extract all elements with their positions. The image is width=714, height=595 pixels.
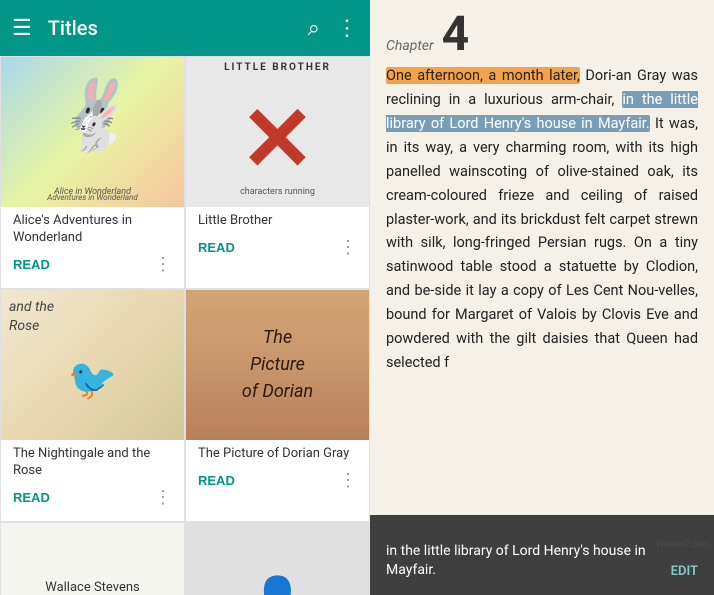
book-cover-dorian: ThePictureof Dorian (186, 290, 369, 440)
cover-dorian-text: ThePictureof Dorian (226, 308, 329, 421)
more-button-nightingale[interactable]: ⋮ (154, 487, 172, 508)
book-cover-brother: LITTLE BROTHER ✕ characters running (186, 57, 369, 207)
tooltip-popup: in the little library of Lord Henry's ho… (370, 515, 714, 595)
book-card-dorian: ThePictureof Dorian The Picture of Doria… (185, 289, 370, 522)
tooltip-text: in the little library of Lord Henry's ho… (386, 542, 655, 581)
book-title-brother: Little Brother (186, 207, 369, 232)
highlight-orange: One afternoon, a month later, (386, 67, 580, 84)
chapter-label: Chapter (386, 38, 434, 54)
more-button-brother[interactable]: ⋮ (339, 237, 357, 258)
text-segment-2: It was, in its way, a very charming room… (386, 115, 698, 371)
book-cover-stevens: Wallace Stevens· poems · (1, 523, 184, 595)
cover-brother-x: ✕ (240, 95, 315, 185)
book-cover-unknown: 👤 (186, 523, 369, 595)
book-title-dorian: The Picture of Dorian Gray (186, 440, 369, 465)
book-cover-nightingale: and theRose 🐦 (1, 290, 184, 440)
chapter-header: Chapter 4 (370, 0, 714, 64)
book-title-alice: Alice's Adventures in Wonderland (1, 207, 184, 249)
book-card-nightingale: and theRose 🐦 The Nightingale and the Ro… (0, 289, 185, 522)
cover-nightingale-text: and theRose (9, 298, 54, 337)
cover-brother-title-text: LITTLE BROTHER (186, 62, 369, 73)
book-actions-brother: READ ⋮ (186, 232, 369, 263)
search-icon[interactable]: ⌕ (308, 16, 320, 41)
more-button-alice[interactable]: ⋮ (154, 254, 172, 275)
tooltip-edit-button[interactable]: EDIT (671, 563, 698, 581)
read-button-dorian[interactable]: READ (198, 469, 235, 492)
book-card-unknown: 👤 ⋮ (185, 522, 370, 595)
more-icon[interactable]: ⋮ (336, 16, 358, 41)
book-title-nightingale: The Nightingale and the Rose (1, 440, 184, 482)
book-grid: 🐇 Adventures in Wonderland Alice's Adven… (0, 56, 370, 595)
toolbar: ☰ Titles ⌕ ⋮ (0, 0, 370, 56)
book-cover-alice: 🐇 Adventures in Wonderland (1, 57, 184, 207)
book-actions-nightingale: READ ⋮ (1, 482, 184, 513)
book-card-brother: LITTLE BROTHER ✕ characters running Litt… (185, 56, 370, 289)
book-actions-dorian: READ ⋮ (186, 465, 369, 496)
left-panel: ☰ Titles ⌕ ⋮ 🐇 Adventures in Wonderland … (0, 0, 370, 595)
more-button-dorian[interactable]: ⋮ (339, 470, 357, 491)
book-card-alice: 🐇 Adventures in Wonderland Alice's Adven… (0, 56, 185, 289)
read-button-brother[interactable]: READ (198, 236, 235, 259)
cover-nightingale-bird: 🐦 (68, 356, 118, 403)
toolbar-title: Titles (48, 16, 292, 40)
read-button-alice[interactable]: READ (13, 253, 50, 276)
read-button-nightingale[interactable]: READ (13, 486, 50, 509)
watermark: Winwin7.com (656, 540, 710, 550)
right-panel: Chapter 4 One afternoon, a month later, … (370, 0, 714, 595)
chapter-number: 4 (442, 10, 470, 58)
menu-icon[interactable]: ☰ (12, 16, 32, 41)
cover-stevens-text: Wallace Stevens· poems · (45, 578, 140, 595)
book-actions-alice: READ ⋮ (1, 249, 184, 280)
book-card-stevens: Wallace Stevens· poems · Wallace Stevens… (0, 522, 185, 595)
